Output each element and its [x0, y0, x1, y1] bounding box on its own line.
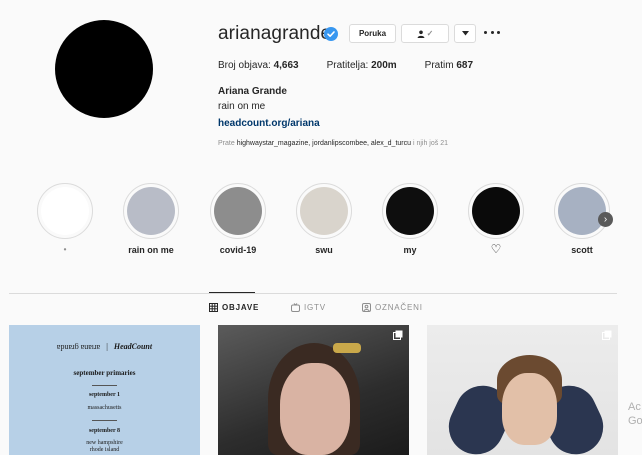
highlight-label: ♡	[490, 242, 502, 256]
post-state: new hampshire	[86, 440, 123, 446]
activation-watermark: Ac Go	[628, 401, 642, 427]
user-icon	[417, 30, 425, 38]
post-tile[interactable]	[427, 325, 618, 455]
highlight-thumbnail	[214, 187, 262, 235]
highlight-cover	[554, 183, 610, 239]
post-state: massachusetts	[87, 405, 122, 411]
profile-stats: Broj objava: 4,663 Pratitelja: 200m Prat…	[218, 60, 501, 71]
story-highlight[interactable]: •	[37, 183, 93, 256]
highlight-label: my	[403, 245, 417, 255]
highlight-label: rain on me	[128, 245, 174, 255]
following-button[interactable]: ✓	[401, 24, 449, 43]
tab-igtv[interactable]: IGTV	[291, 303, 326, 312]
highlight-thumbnail	[300, 187, 348, 235]
carousel-icon	[393, 330, 403, 340]
following-count[interactable]: Pratim 687	[425, 60, 473, 71]
highlight-cover	[468, 183, 524, 239]
highlight-thumbnail	[386, 187, 434, 235]
headcount-logo: HeadCount	[113, 342, 153, 351]
active-tab-indicator	[209, 292, 255, 293]
tab-posts[interactable]: OBJAVE	[209, 303, 259, 312]
chevron-right-icon[interactable]: ›	[598, 212, 613, 227]
divider-line	[92, 420, 117, 421]
divider-line	[92, 385, 117, 386]
highlight-thumbnail	[472, 187, 520, 235]
check-icon: ✓	[426, 29, 434, 38]
highlight-thumbnail	[41, 187, 89, 235]
followers-count[interactable]: Pratitelja: 200m	[327, 60, 397, 71]
highlight-thumbnail	[127, 187, 175, 235]
post-date: september 8	[88, 428, 121, 434]
igtv-icon	[291, 303, 300, 312]
post-state: rhode island	[89, 447, 120, 453]
posts-count: Broj objava: 4,663	[218, 60, 299, 71]
profile-full-name: Ariana Grande	[218, 86, 287, 97]
highlight-cover	[37, 183, 93, 239]
story-highlight[interactable]: my	[382, 183, 438, 256]
highlight-label: covid-19	[219, 245, 257, 255]
post-tile[interactable]	[218, 325, 409, 455]
highlight-label: scott	[571, 245, 593, 255]
carousel-icon	[602, 330, 612, 340]
highlight-label: •	[63, 245, 67, 254]
more-options-icon[interactable]	[484, 26, 500, 38]
story-highlight[interactable]: rain on me	[123, 183, 179, 256]
highlight-cover	[382, 183, 438, 239]
story-highlight[interactable]: swu	[296, 183, 352, 256]
profile-username: arianagrande	[218, 23, 332, 44]
post-tile[interactable]: ɐpuɐɹƃ ɐuɐıɹɐ | HeadCount september prim…	[9, 325, 200, 455]
verified-badge-icon	[324, 27, 338, 41]
message-button[interactable]: Poruka	[349, 24, 396, 43]
post-heading: september primaries	[73, 369, 136, 377]
highlight-cover	[296, 183, 352, 239]
tagged-user-icon	[362, 303, 371, 312]
profile-avatar[interactable]	[55, 20, 153, 118]
highlight-cover	[123, 183, 179, 239]
followed-by[interactable]: Prate highwaystar_magazine, jordanlipsco…	[218, 140, 448, 147]
tab-tagged[interactable]: OZNAČENI	[362, 303, 423, 312]
story-highlight[interactable]: ♡	[468, 183, 524, 256]
story-highlight[interactable]: covid-19	[210, 183, 266, 256]
tabs-divider	[9, 293, 617, 294]
suggestions-dropdown-button[interactable]	[454, 24, 476, 43]
profile-link[interactable]: headcount.org/ariana	[218, 118, 320, 129]
post-caption-graphic: ɐpuɐɹƃ ɐuɐıɹɐ | HeadCount	[56, 342, 153, 351]
grid-icon	[209, 303, 218, 312]
post-date: september 1	[88, 392, 121, 398]
highlight-thumbnail	[558, 187, 606, 235]
highlight-label: swu	[315, 245, 333, 255]
profile-bio: rain on me	[218, 101, 266, 112]
caret-down-icon	[461, 31, 469, 36]
highlight-cover	[210, 183, 266, 239]
